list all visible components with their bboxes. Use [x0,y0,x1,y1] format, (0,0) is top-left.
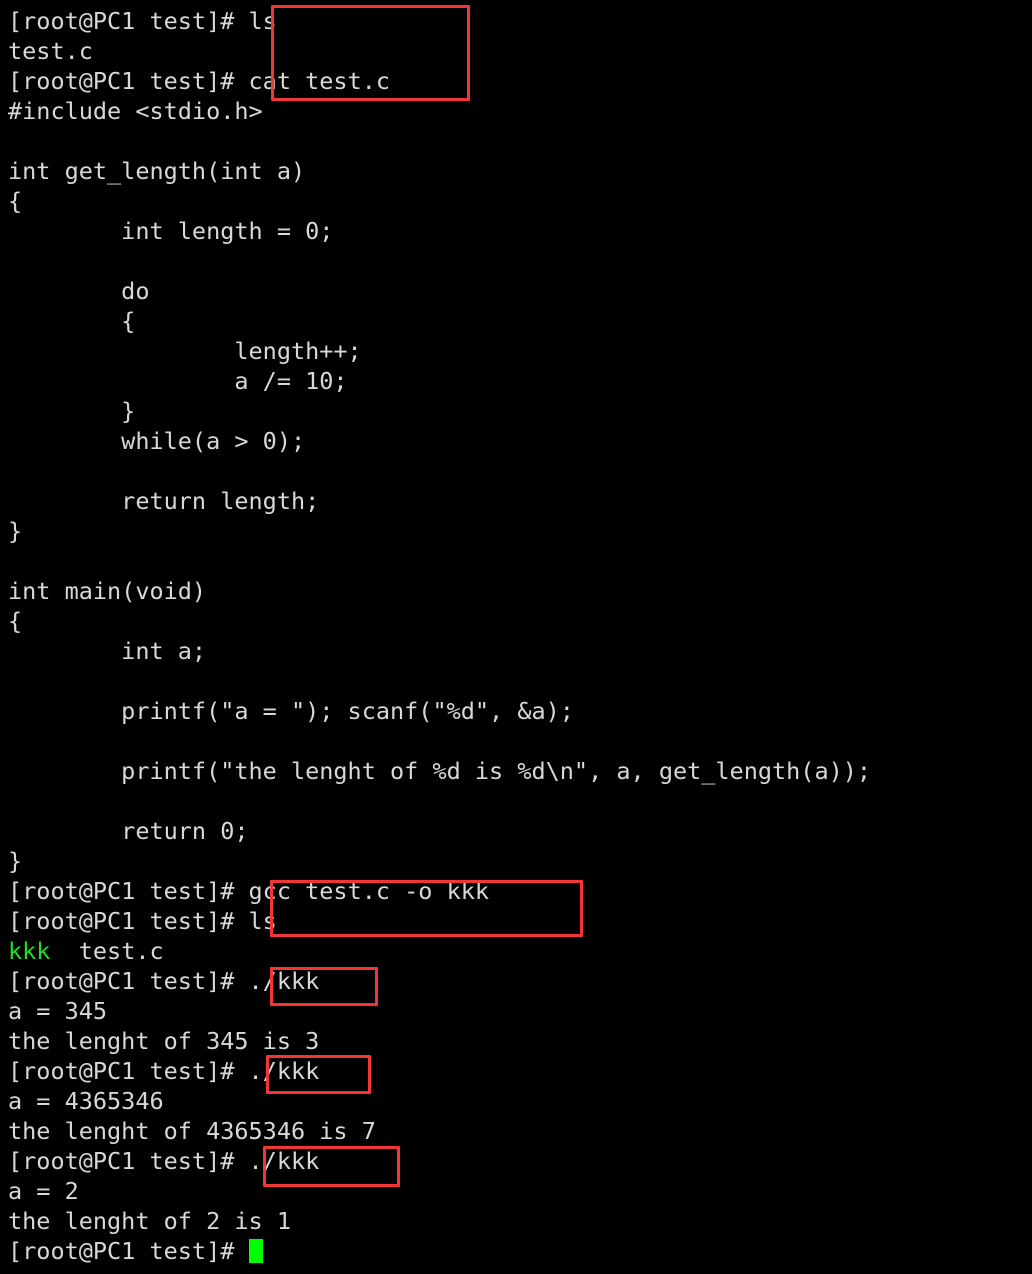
source-code-line: int get_length(int a) [8,156,1032,186]
code-text: do [8,277,150,305]
code-text: printf("the lenght of %d is %d\n", a, ge… [8,757,872,785]
code-text: { [8,187,23,215]
code-text: #include <stdio.h> [8,97,263,125]
output-text: a = 2 [8,1177,79,1205]
code-text: printf("a = "); scanf("%d", &a); [8,697,574,725]
source-code-line: { [8,606,1032,636]
code-text: while(a > 0); [8,427,306,455]
terminal-output-line: test.c [8,36,1032,66]
shell-command[interactable]: gcc test.c -o kkk [249,877,490,905]
source-code-line [8,666,1032,696]
shell-prompt: [root@PC1 test]# [8,1057,249,1085]
source-code-line: length++; [8,336,1032,366]
terminal-screen[interactable]: [root@PC1 test]# ls test.c [root@PC1 test]… [8,6,1032,1266]
source-code-line [8,126,1032,156]
shell-command[interactable]: ./kkk [249,967,320,995]
code-text: { [8,307,136,335]
output-text: the lenght of 4365346 is 7 [8,1117,376,1145]
source-code-line: } [8,846,1032,876]
output-text: a = 4365346 [8,1087,164,1115]
terminal-command-line: [root@PC1 test]# ./kkk [8,1146,1032,1176]
code-text: } [8,397,136,425]
code-text: a /= 10; [8,367,348,395]
terminal-output-line: a = 345 [8,996,1032,1026]
blank-line-spacer [8,247,22,275]
terminal-command-line: [root@PC1 test]# gcc test.c -o kkk [8,876,1032,906]
source-code-line [8,786,1032,816]
source-code-line: while(a > 0); [8,426,1032,456]
shell-prompt: [root@PC1 test]# [8,877,249,905]
source-code-line: int main(void) [8,576,1032,606]
blank-line-spacer [8,667,22,695]
terminal-command-line: [root@PC1 test]# ./kkk [8,1056,1032,1086]
blank-line-spacer [8,727,22,755]
terminal-output-line: a = 4365346 [8,1086,1032,1116]
shell-command[interactable]: cat test.c [249,67,390,95]
source-code-line [8,546,1032,576]
code-text: return length; [8,487,320,515]
code-text: int a; [8,637,207,665]
source-code-line [8,456,1032,486]
terminal-command-line: [root@PC1 test]# cat test.c [8,66,1032,96]
shell-command[interactable]: ./kkk [249,1147,320,1175]
terminal-cursor [248,1239,263,1263]
terminal-output-line: the lenght of 2 is 1 [8,1206,1032,1236]
source-code-line: } [8,516,1032,546]
source-code-line: { [8,186,1032,216]
source-code-line: printf("a = "); scanf("%d", &a); [8,696,1032,726]
source-code-line: return 0; [8,816,1032,846]
shell-prompt: [root@PC1 test]# [8,67,249,95]
source-code-line: { [8,306,1032,336]
terminal-output-line: the lenght of 345 is 3 [8,1026,1032,1056]
blank-line-spacer [8,547,22,575]
source-code-line: int length = 0; [8,216,1032,246]
shell-prompt: [root@PC1 test]# [8,1147,249,1175]
source-code-line: #include <stdio.h> [8,96,1032,126]
source-file-name: test.c [50,937,164,965]
code-text: length++; [8,337,362,365]
code-text: return 0; [8,817,249,845]
terminal-command-line: [root@PC1 test]# ls [8,906,1032,936]
ls-output-line: kkk test.c [8,936,1032,966]
shell-prompt: [root@PC1 test]# [8,1237,249,1265]
code-text: int main(void) [8,577,207,605]
terminal-active-prompt-line: [root@PC1 test]# [8,1236,1032,1266]
output-text: test.c [8,37,93,65]
code-text: int get_length(int a) [8,157,306,185]
terminal-window[interactable]: [root@PC1 test]# ls test.c [root@PC1 test]… [0,0,1032,1274]
source-code-line: } [8,396,1032,426]
blank-line-spacer [8,787,22,815]
terminal-output-line: the lenght of 4365346 is 7 [8,1116,1032,1146]
source-code-line [8,726,1032,756]
terminal-output-line: a = 2 [8,1176,1032,1206]
code-text: } [8,847,23,875]
source-code-line: a /= 10; [8,366,1032,396]
output-text: a = 345 [8,997,108,1025]
shell-command[interactable]: ls [249,907,277,935]
shell-prompt: [root@PC1 test]# [8,7,249,35]
source-code-line: do [8,276,1032,306]
shell-command[interactable]: ls [249,7,277,35]
terminal-command-line: [root@PC1 test]# ls [8,6,1032,36]
source-code-line: int a; [8,636,1032,666]
blank-line-spacer [8,457,22,485]
source-code-line: return length; [8,486,1032,516]
output-text: the lenght of 2 is 1 [8,1207,291,1235]
code-text: int length = 0; [8,217,334,245]
code-text: } [8,517,23,545]
source-code-line [8,246,1032,276]
code-text: { [8,607,23,635]
shell-command[interactable]: ./kkk [249,1057,320,1085]
shell-prompt: [root@PC1 test]# [8,907,249,935]
executable-file-name: kkk [8,937,51,965]
blank-line-spacer [8,127,22,155]
terminal-command-line: [root@PC1 test]# ./kkk [8,966,1032,996]
output-text: the lenght of 345 is 3 [8,1027,320,1055]
source-code-line: printf("the lenght of %d is %d\n", a, ge… [8,756,1032,786]
shell-prompt: [root@PC1 test]# [8,967,249,995]
